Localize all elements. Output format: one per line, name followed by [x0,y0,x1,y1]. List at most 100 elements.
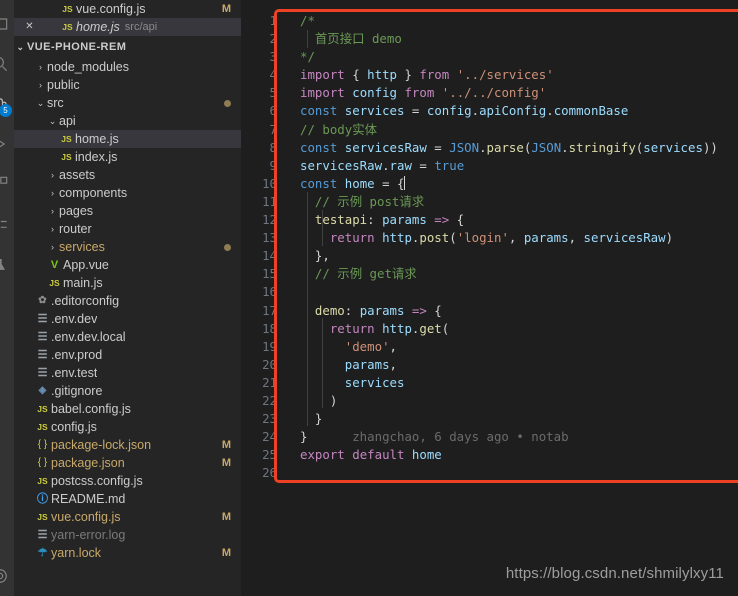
tree-file-envdev[interactable]: ☰ .env.dev [14,310,241,328]
code-line[interactable]: 24} zhangchao, 6 days ago • notab [241,428,738,446]
code-token: = [404,103,427,119]
code-token: , [508,230,524,246]
tree-file-envdevlocal[interactable]: ☰ .env.dev.local [14,328,241,346]
code-token: ( [441,320,450,336]
code-line[interactable]: 20 params, [241,356,738,374]
tree-item-label: .gitignore [51,384,103,398]
remote-explorer-icon[interactable] [0,204,14,244]
code-token: '../services' [456,67,554,83]
tree-file-packagelockjson[interactable]: { } package-lock.json M [14,436,241,454]
code-token: from [404,85,435,101]
tree-file-gitignore[interactable]: ◈ .gitignore [14,382,241,400]
code-line[interactable]: 4 import { http } from '../services' [241,66,738,84]
tree-file-yarnerrorlog[interactable]: ☰ yarn-error.log [14,526,241,544]
run-debug-icon[interactable] [0,124,14,164]
tree-file-babelconfigjs[interactable]: JS babel.config.js [14,400,241,418]
tree-folder-pages[interactable]: › pages [14,202,241,220]
tree-item-label: api [59,114,76,128]
project-section-header[interactable]: ⌄ VUE-PHONE-REM [14,36,241,58]
code-line[interactable]: 2 首页接口 demo [241,30,738,48]
code-token: => [434,212,450,228]
code-line[interactable]: 26 [241,464,738,482]
code-line[interactable]: 7 // body实体 [241,121,738,139]
tree-item-label: assets [59,168,96,182]
tree-file-editorconfig[interactable]: ✿ .editorconfig [14,292,241,310]
code-line[interactable]: 22 ) [241,392,738,410]
code-line[interactable]: 8 const servicesRaw = JSON.parse(JSON.str… [241,139,738,157]
tree-item-label: yarn.lock [51,546,102,560]
tree-folder-assets[interactable]: › assets [14,166,241,184]
tree-file-READMEmd[interactable]: ⓘ README.md [14,490,241,508]
code-line[interactable]: 10 const home = { [241,175,738,193]
indent-guide [322,210,323,246]
line-number: 14 [262,248,277,264]
open-editor-item[interactable]: ✕ JS home.js src/api [14,18,241,36]
code-line[interactable]: 23 } [241,410,738,428]
code-line[interactable]: 13 return http.post('login', params, ser… [241,229,738,247]
code-token: const [300,175,338,191]
search-icon[interactable] [0,44,14,84]
code-token: http [367,67,397,83]
explorer-icon[interactable] [0,4,14,44]
code-line[interactable]: 18 return http.get( [241,320,738,338]
code-line[interactable]: 15 // 示例 get请求 [241,265,738,283]
tree-folder-public[interactable]: › public [14,76,241,94]
code-editor[interactable]: 1/* 2 首页接口 demo 3 */4 import { http } from '… [241,0,738,596]
code-token: import [300,67,345,83]
code-line[interactable]: 12 testapi: params => { [241,211,738,229]
code-line[interactable]: 25 export default home [241,446,738,464]
code-content[interactable]: 1/* 2 首页接口 demo 3 */4 import { http } from '… [241,12,738,596]
line-number: 1 [269,13,277,28]
code-line[interactable]: 21 services [241,374,738,392]
code-token: http [382,320,412,336]
tree-file-postcssconfigjs[interactable]: JS postcss.config.js [14,472,241,490]
tree-file-yarnlock[interactable]: ☂ yarn.lock M [14,544,241,562]
tree-folder-components[interactable]: › components [14,184,241,202]
code-line[interactable]: 9 servicesRaw.raw = true [241,157,738,175]
open-editors-section: JS vue.config.js M ✕ JS home.js src/api [14,0,241,36]
code-line[interactable]: 6 const services = config.apiConfig.commo… [241,102,738,120]
tree-file-packagejson[interactable]: { } package.json M [14,454,241,472]
tree-folder-services[interactable]: › services [14,238,241,256]
tree-folder-src[interactable]: ⌄ src [14,94,241,112]
tree-item-label: home.js [75,132,119,146]
tree-folder-api[interactable]: ⌄ api [14,112,241,130]
modified-dot-indicator [224,243,231,251]
test-beaker-icon[interactable] [0,244,14,284]
code-line[interactable]: 14 }, [241,247,738,265]
tree-file-envprod[interactable]: ☰ .env.prod [14,346,241,364]
tree-file-configjs[interactable]: JS config.js [14,418,241,436]
vscode-window: 5 JS vue.config.js M ✕ JS home.js src/ap… [0,0,738,596]
tree-file-mainjs[interactable]: JS main.js [14,274,241,292]
tree-folder-nodemodules[interactable]: › node_modules [14,58,241,76]
source-control-icon[interactable]: 5 [0,84,14,124]
code-token: JSON [449,139,480,155]
line-number: 17 [262,302,277,318]
tree-file-vueconfigjs[interactable]: JS vue.config.js M [14,508,241,526]
extensions-icon[interactable] [0,164,14,204]
open-editor-item[interactable]: JS vue.config.js M [14,0,241,18]
tree-item-label: services [59,240,105,254]
code-line[interactable]: 16 [241,283,738,301]
code-token: from [419,67,450,83]
line-number: 12 [262,212,277,228]
tree-file-Appvue[interactable]: V App.vue [14,256,241,274]
settings-gear-icon[interactable] [0,556,14,596]
tree-folder-router[interactable]: › router [14,220,241,238]
code-line[interactable]: 3 */ [241,48,738,66]
tree-file-indexjs[interactable]: JS index.js [14,148,241,166]
code-line[interactable]: 5 import config from '../../config' [241,84,738,102]
code-line[interactable]: 11 // 示例 post请求 [241,193,738,211]
chevron-right-icon: › [51,224,54,234]
code-line[interactable]: 1 /* [241,12,738,30]
code-token: home [411,447,442,463]
close-icon[interactable]: ✕ [22,18,37,36]
tree-file-envtest[interactable]: ☰ .env.test [14,364,241,382]
gear-file-icon: ✿ [38,295,47,306]
code-line[interactable]: 17 demo: params => { [241,302,738,320]
code-line[interactable]: 19 'demo', [241,338,738,356]
tree-file-homejs[interactable]: JS home.js [14,130,241,148]
